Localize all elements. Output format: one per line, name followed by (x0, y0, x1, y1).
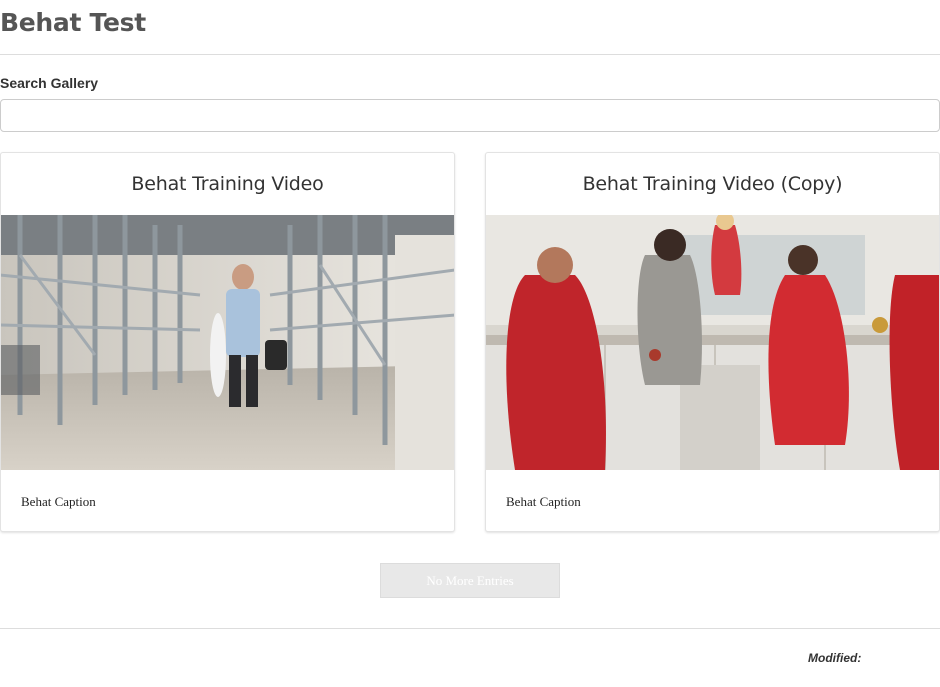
card-title[interactable]: Behat Training Video (1, 173, 454, 195)
title-divider (0, 54, 940, 55)
gallery-card[interactable]: Behat Training Video (Copy) Behat Captio… (485, 152, 940, 532)
kitchen-cheerleaders-image (486, 215, 939, 470)
scaffolding-walkway-image (1, 215, 454, 470)
card-caption: Behat Caption (21, 494, 96, 509)
modified-label: Modified: (808, 651, 862, 665)
card-title[interactable]: Behat Training Video (Copy) (486, 173, 939, 195)
card-caption: Behat Caption (506, 494, 581, 509)
search-input[interactable] (0, 99, 940, 132)
gallery-card[interactable]: Behat Training Video Behat Caption (0, 152, 455, 532)
no-more-entries-button[interactable]: No More Entries (380, 563, 560, 598)
video-thumbnail[interactable] (486, 215, 939, 470)
page-title: Behat Test (0, 8, 146, 37)
footer-divider (0, 628, 940, 629)
search-label: Search Gallery (0, 75, 99, 91)
video-thumbnail[interactable] (1, 215, 454, 470)
